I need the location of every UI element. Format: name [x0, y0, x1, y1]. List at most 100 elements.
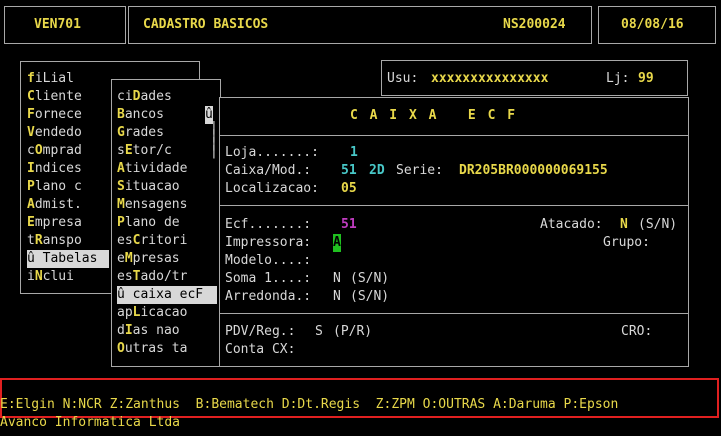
- loja-field[interactable]: 1: [350, 144, 358, 162]
- main-menu-item-label: clui: [42, 269, 74, 284]
- main-menu-item[interactable]: û Tabelas: [27, 250, 109, 268]
- main-menu-item-label: liente: [34, 89, 82, 104]
- main-menu-item[interactable]: Vendedo: [27, 124, 82, 142]
- main-menu-item[interactable]: Admist.: [27, 196, 82, 214]
- user-value: xxxxxxxxxxxxxxx: [431, 71, 549, 86]
- atacado-field[interactable]: N: [620, 216, 628, 234]
- sub-menu-item-label: rades: [124, 125, 164, 140]
- localizacao-field[interactable]: 05: [341, 180, 357, 198]
- serie-field[interactable]: DR205BR000000069155: [459, 162, 608, 180]
- sub-menu-item-label: ritori: [140, 233, 188, 248]
- form-divider: [220, 313, 688, 314]
- sub-menu-item[interactable]: Atividade: [117, 160, 187, 178]
- conta-cx-label: Conta CX:: [225, 342, 296, 357]
- arredonda-field[interactable]: N: [333, 288, 341, 306]
- impressora-field[interactable]: A: [333, 234, 341, 252]
- sub-menu-item-hotkey: O: [117, 341, 125, 356]
- scroll-bar[interactable]: | | | |: [210, 121, 218, 158]
- help-line: E:Elgin N:NCR Z:Zanthus B:Bematech D:Dt.…: [0, 397, 619, 412]
- serie-label: Serie:: [396, 163, 443, 178]
- modelo-code-field[interactable]: 2D: [369, 162, 385, 180]
- sub-menu-item-hotkey: M: [117, 197, 125, 212]
- store-value: 99: [638, 71, 654, 86]
- pdv-field[interactable]: S: [315, 323, 323, 341]
- main-menu-item-prefix: t: [27, 233, 35, 248]
- sub-menu-item[interactable]: Mensagens: [117, 196, 187, 214]
- sub-menu-item-prefix: es: [117, 269, 133, 284]
- ecf-label: Ecf.......:: [225, 217, 312, 232]
- footer-company: Avanco Informatica Ltda: [0, 415, 181, 430]
- loja-label: Loja.......:: [225, 145, 319, 160]
- main-menu-item-prefix: i: [27, 269, 35, 284]
- main-menu-item-hotkey: I: [27, 161, 35, 176]
- main-menu-item-prefix: û: [27, 251, 43, 266]
- main-menu-item-hotkey: R: [34, 233, 43, 248]
- main-menu-item-hotkey: E: [27, 215, 35, 230]
- main-menu-item-hotkey: A: [27, 197, 35, 212]
- main-menu-item[interactable]: fiLial: [27, 70, 74, 88]
- caixa-label: Caixa/Mod.:: [225, 163, 312, 178]
- arredonda-hint: (S/N): [350, 289, 390, 304]
- pdv-label: PDV/Reg.:: [225, 324, 296, 339]
- sub-menu-item[interactable]: ciDades: [117, 88, 172, 106]
- sub-menu-item-label: ado/tr: [140, 269, 188, 284]
- arredonda-label: Arredonda.:: [225, 289, 312, 304]
- sub-menu-item-hotkey: P: [117, 215, 125, 230]
- soma-hint: (S/N): [350, 271, 390, 286]
- sub-menu-item-label: ancos: [124, 107, 164, 122]
- main-menu-item[interactable]: cOmprad: [27, 142, 82, 160]
- sub-menu-item-prefix: ap: [117, 305, 133, 320]
- user-label: Usu:: [387, 71, 419, 86]
- sub-menu-item[interactable]: esCritori: [117, 232, 187, 250]
- sub-menu-item-label: aixa ecF: [140, 287, 204, 302]
- program-code: VEN701: [34, 17, 81, 32]
- sub-menu-item-label: as nao: [132, 323, 180, 338]
- sub-menu-item[interactable]: apLicacao: [117, 304, 187, 322]
- main-menu-item[interactable]: Cliente: [27, 88, 82, 106]
- sub-menu-item-label: presas: [132, 251, 180, 266]
- sub-menu-item-label: lano de: [124, 215, 180, 230]
- main-menu-item[interactable]: Plano c: [27, 178, 82, 196]
- atacado-label: Atacado:: [540, 217, 603, 232]
- form-divider: [220, 205, 688, 206]
- sub-menu-item-hotkey: E: [124, 143, 133, 158]
- main-menu-item[interactable]: Indices: [27, 160, 82, 178]
- main-menu-item-hotkey: N: [34, 269, 43, 284]
- ecf-field[interactable]: 51: [341, 216, 357, 234]
- sub-menu-item[interactable]: esTado/tr: [117, 268, 187, 286]
- sub-menu-item[interactable]: û caixa ecF: [117, 286, 217, 304]
- cro-label: CRO:: [621, 324, 653, 339]
- main-menu-item-label: dmist.: [34, 197, 82, 212]
- main-menu-item-hotkey: f: [27, 71, 35, 86]
- main-menu-item[interactable]: tRanspo: [27, 232, 82, 250]
- sub-menu-item-hotkey: B: [117, 107, 125, 122]
- sub-menu-item[interactable]: Outras ta: [117, 340, 187, 358]
- sub-menu-item-label: tor/c: [132, 143, 172, 158]
- sub-menu-item[interactable]: sEtor/c: [117, 142, 172, 160]
- sub-menu-item[interactable]: Plano de: [117, 214, 180, 232]
- sub-menu-item[interactable]: dIas nao: [117, 322, 180, 340]
- screen-title: CADASTRO BASICOS: [143, 17, 269, 32]
- main-menu-item-label: ornece: [34, 107, 82, 122]
- sub-menu-item-hotkey: A: [117, 161, 125, 176]
- main-menu-item[interactable]: iNclui: [27, 268, 74, 286]
- store-label: Lj:: [606, 71, 630, 86]
- main-menu-item[interactable]: Empresa: [27, 214, 82, 232]
- sub-menu-item[interactable]: Grades: [117, 124, 164, 142]
- main-menu-item-label: ndices: [34, 161, 82, 176]
- sub-menu-item[interactable]: Bancos: [117, 106, 164, 124]
- sub-menu-item-hotkey: I: [124, 323, 133, 338]
- form-title: C A I X A E C F: [350, 108, 518, 123]
- sub-menu-item[interactable]: Situacao: [117, 178, 180, 196]
- caixa-field[interactable]: 51: [341, 162, 357, 180]
- main-menu-item-label: abelas: [50, 251, 98, 266]
- sub-menu-item-hotkey: M: [124, 251, 133, 266]
- main-menu-item[interactable]: Fornece: [27, 106, 82, 124]
- sub-menu-item-prefix: d: [117, 323, 125, 338]
- date: 08/08/16: [621, 17, 684, 32]
- atacado-hint: (S/N): [638, 217, 678, 232]
- main-menu-item-label: mprad: [42, 143, 82, 158]
- sub-menu-item[interactable]: eMpresas: [117, 250, 180, 268]
- main-menu-item-hotkey: C: [27, 89, 35, 104]
- soma-field[interactable]: N: [333, 270, 341, 288]
